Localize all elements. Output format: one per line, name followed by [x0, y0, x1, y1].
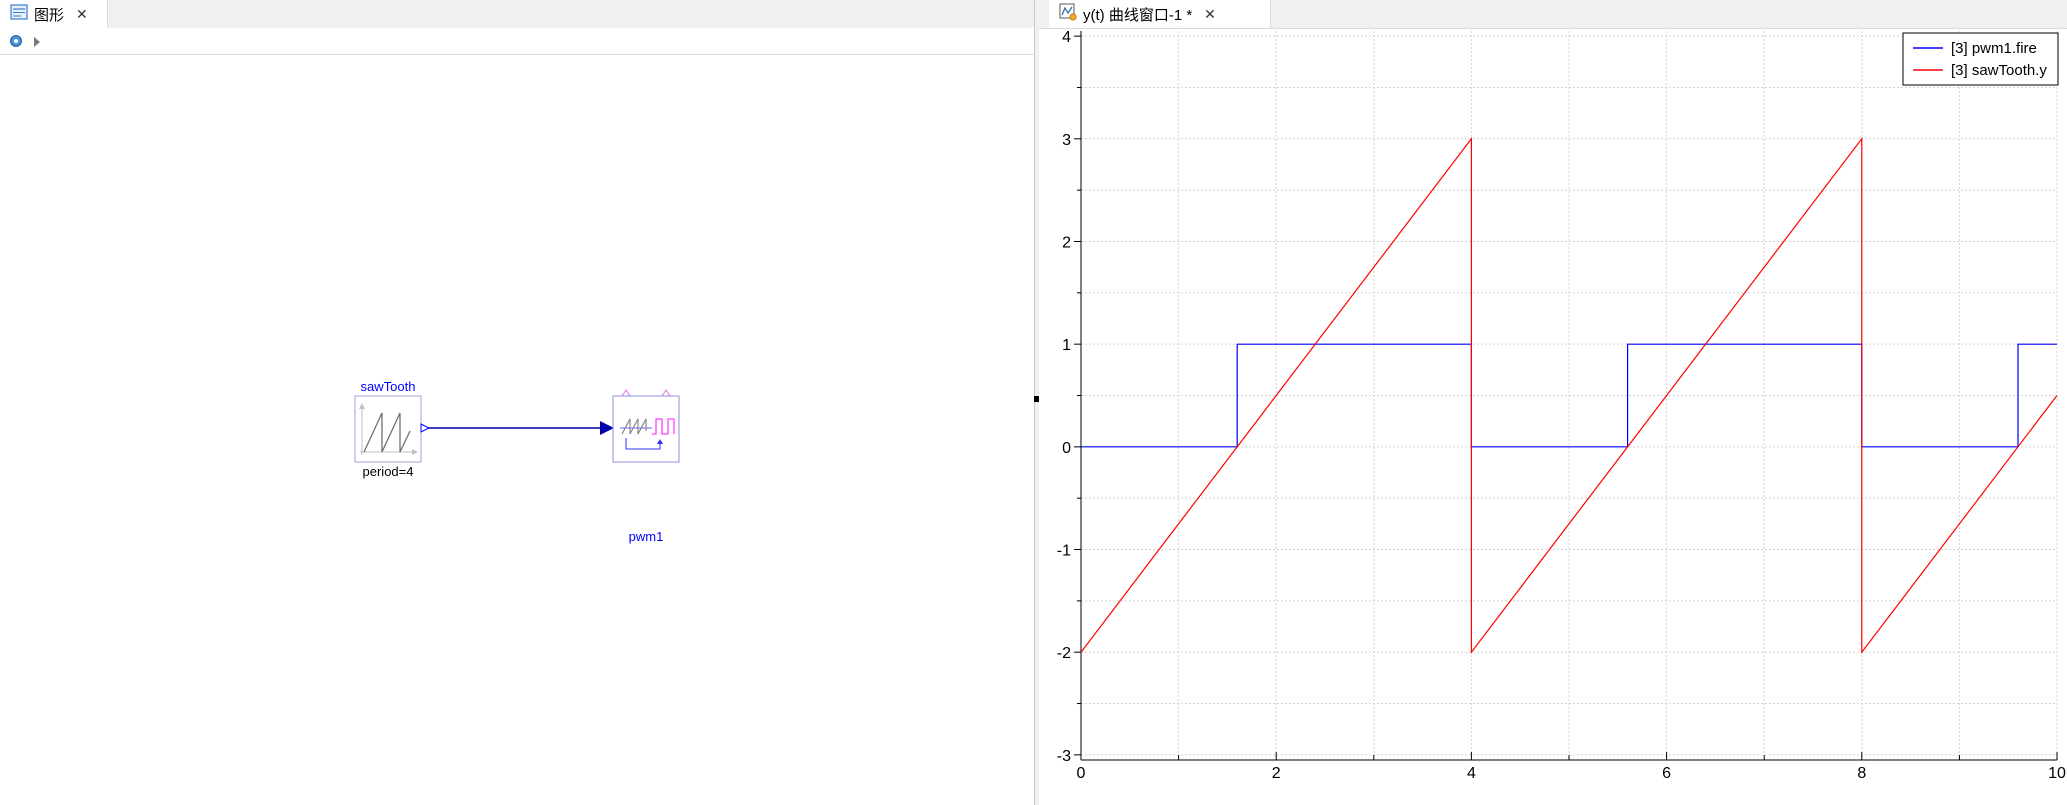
- diagram-pane: 图形 ✕ sawTooth period=4 pwm1: [0, 0, 1035, 805]
- y-tick-label: 4: [1062, 29, 1071, 46]
- expand-arrow-icon[interactable]: [32, 35, 42, 53]
- close-icon[interactable]: ✕: [76, 6, 88, 23]
- diagram-toolbar: [0, 28, 1034, 55]
- pwm-top-port-right-icon[interactable]: [661, 389, 671, 397]
- x-tick-label: 6: [1662, 765, 1671, 782]
- tab-plot-window[interactable]: y(t) 曲线窗口-1 * ✕: [1049, 0, 1271, 28]
- x-tick-label: 0: [1077, 765, 1086, 782]
- connection-arrow-icon: [600, 421, 614, 435]
- diagram-canvas[interactable]: sawTooth period=4 pwm1: [0, 55, 1034, 805]
- y-tick-label: 2: [1062, 234, 1071, 251]
- sawtooth-block-name: sawTooth: [361, 379, 416, 394]
- y-tick-label: -2: [1057, 645, 1071, 662]
- sawtooth-output-port-icon[interactable]: [420, 423, 431, 433]
- pwm-block-name: pwm1: [629, 529, 664, 544]
- sawtooth-block[interactable]: sawTooth period=4: [354, 379, 431, 479]
- legend-entry-label: [3] sawTooth.y: [1951, 62, 2047, 79]
- y-tick-label: -1: [1057, 543, 1071, 560]
- sawtooth-period-param: period=4: [363, 464, 414, 479]
- y-tick-label: 0: [1062, 440, 1071, 457]
- tab-diagram[interactable]: 图形 ✕: [0, 0, 108, 28]
- y-tick-label: 3: [1062, 132, 1071, 149]
- tab-plot-window-label: y(t) 曲线窗口-1 *: [1083, 6, 1193, 24]
- plot-chart[interactable]: 0 2 4 6 8 10 -3 -2 -1 0 1 2 3 4 [3] pwm1.fire [3] sawT…: [1039, 28, 2067, 805]
- pwm-top-port-left-icon[interactable]: [621, 389, 631, 397]
- model-icon[interactable]: [9, 34, 23, 53]
- legend-entry-label: [3] pwm1.fire: [1951, 40, 2037, 57]
- x-tick-label: 10: [2048, 765, 2066, 782]
- plot-tabstrip: y(t) 曲线窗口-1 * ✕: [1039, 0, 2067, 29]
- tab-diagram-label: 图形: [34, 6, 65, 24]
- diagram-tabstrip: 图形 ✕: [0, 0, 1034, 29]
- y-tick-label: 1: [1062, 337, 1071, 354]
- pwm-block[interactable]: pwm1: [612, 389, 680, 544]
- x-tick-label: 4: [1467, 765, 1476, 782]
- plot-window-tab-icon: [1059, 3, 1077, 25]
- x-tick-label: 8: [1857, 765, 1866, 782]
- plot-pane: y(t) 曲线窗口-1 * ✕ 0 2 4 6 8 10 -3 -2 -1 0 1 2 3 4 [3] p…: [1039, 0, 2067, 805]
- x-tick-label: 2: [1272, 765, 1281, 782]
- y-tick-label: -3: [1057, 748, 1071, 765]
- close-icon[interactable]: ✕: [1204, 6, 1216, 23]
- diagram-tab-icon: [10, 4, 28, 24]
